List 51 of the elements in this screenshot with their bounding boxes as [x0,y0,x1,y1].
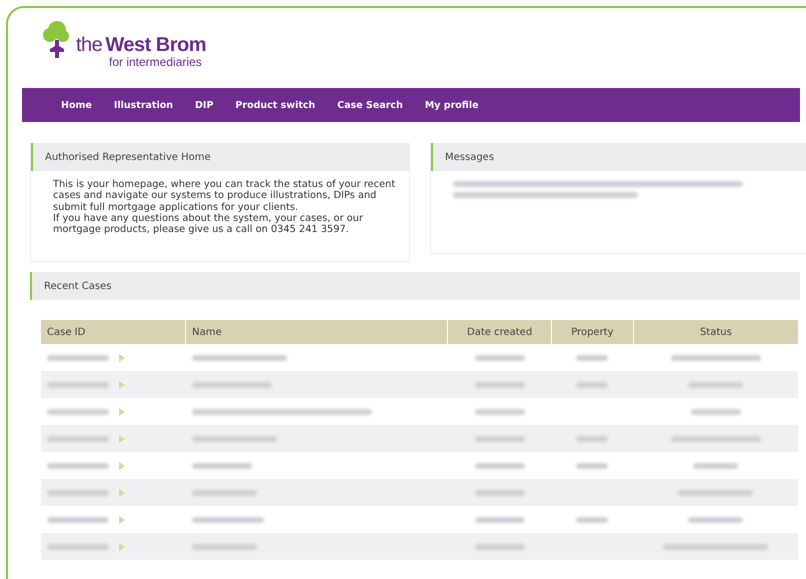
redacted-text [690,408,741,414]
redacted-text [474,490,525,496]
nav-link[interactable]: My profile [414,100,490,110]
panel-title: Messages [431,143,806,171]
column-header: Property [551,320,634,344]
nav-link[interactable]: Illustration [102,100,184,110]
redacted-text [46,408,108,414]
redacted-text [688,516,744,522]
redacted-text [474,408,525,414]
redacted-text [46,382,108,388]
nav-link[interactable]: Product switch [224,100,326,110]
arrow-icon[interactable] [118,408,124,416]
redacted-text [688,382,744,388]
redacted-text [474,516,525,522]
redacted-text [46,544,108,550]
arrow-icon[interactable] [118,380,124,388]
nav-link[interactable]: DIP [184,100,224,110]
redacted-text [474,436,525,442]
column-header: Name [186,320,448,344]
redacted-text [693,462,738,468]
redacted-text [474,354,525,360]
arrow-icon[interactable] [118,516,124,524]
logo-tagline: for intermediaries [109,55,203,69]
arrow-icon[interactable] [118,354,124,362]
tree-logo-icon [42,20,72,60]
redacted-text [192,490,257,496]
intro-paragraph: This is your homepage, where you can track the status of your recent cases and navigate our systems to produce illustrations, DIPs and submit full mortgage applications for your clients. [53,179,396,213]
redacted-text [46,354,108,360]
logo-text: West Brom [105,34,206,57]
redacted-text [46,462,108,468]
redacted-text [474,462,525,468]
redacted-text [46,436,108,442]
redacted-text [474,382,525,388]
redacted-text [46,490,108,496]
column-header: Date created [448,320,552,344]
redacted-text [192,462,252,468]
nav-link[interactable]: Case Search [326,100,414,110]
panel-title: Authorised Representative Home [31,143,409,171]
column-header: Status [633,320,798,344]
arrow-icon[interactable] [118,434,124,442]
arrow-icon[interactable] [118,488,124,496]
logo-text: the [76,34,102,57]
arrow-icon[interactable] [118,462,124,470]
nav-link[interactable]: Home [50,100,103,110]
intro-paragraph: If you have any questions about the system, your cases, or our mortgage products, please give us a call on 0345 241 3597. [53,212,364,236]
redacted-text [192,544,257,550]
arrow-icon[interactable] [118,542,124,550]
redacted-text [474,544,525,550]
column-header: Case ID [40,320,186,344]
redacted-text [46,516,108,522]
section-title: Recent Cases [30,272,800,300]
